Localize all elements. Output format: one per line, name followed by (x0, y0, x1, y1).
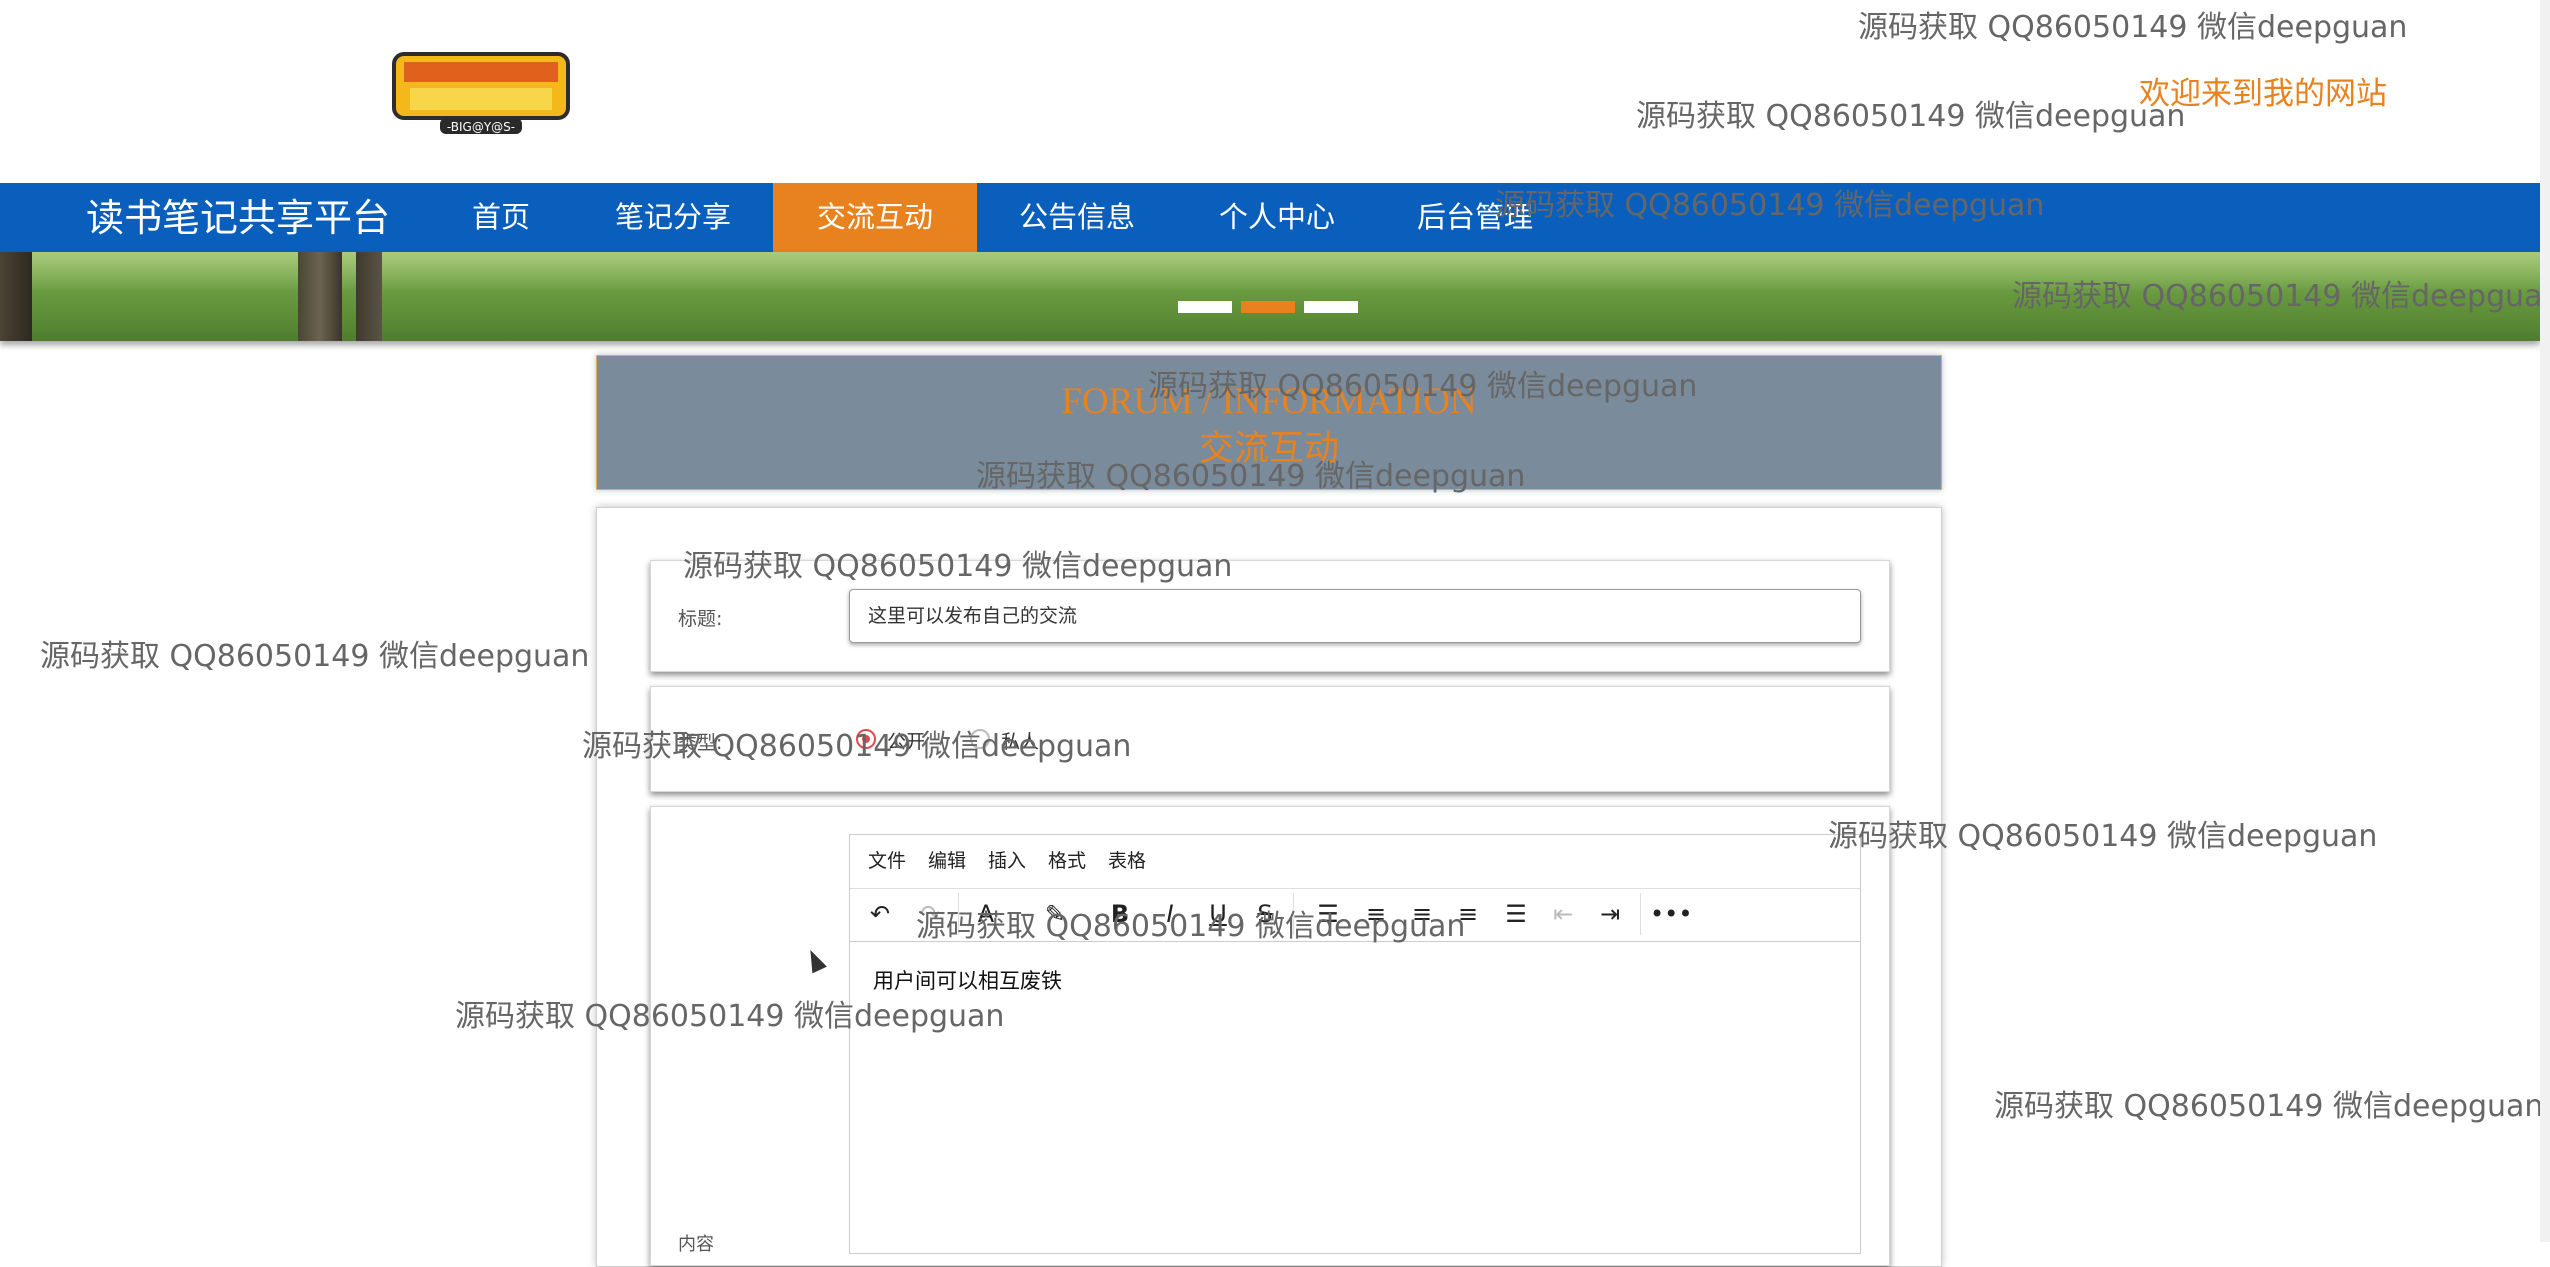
watermark: 源码获取 QQ86050149 微信deepguan (1495, 188, 2045, 223)
editor-menu-file[interactable]: 文件 (868, 835, 906, 888)
more-icon[interactable]: ••• (1650, 893, 1692, 935)
banner-tree (356, 252, 382, 341)
carousel-dot[interactable] (1178, 301, 1232, 313)
watermark: 源码获取 QQ86050149 微信deepguan (1636, 99, 2186, 134)
site-brand[interactable]: 读书笔记共享平台 (86, 188, 390, 248)
undo-icon[interactable]: ↶ (860, 893, 900, 935)
toolbar-separator (1640, 893, 1641, 935)
nav-announcements[interactable]: 公告信息 (1004, 183, 1150, 252)
banner-tree (0, 252, 32, 341)
watermark: 源码获取 QQ86050149 微信deepguan (683, 549, 1233, 584)
watermark: 源码获取 QQ86050149 微信deepguan (582, 729, 1132, 764)
banner-tree (298, 252, 342, 341)
watermark: 源码获取 QQ86050149 微信deepguan (1148, 369, 1698, 404)
content-label: 内容 (678, 1234, 714, 1255)
nav-profile[interactable]: 个人中心 (1204, 183, 1350, 252)
watermark: 源码获取 QQ86050149 微信deepguan (1994, 1089, 2544, 1124)
editor-menu-edit[interactable]: 编辑 (928, 835, 966, 888)
page-scrollbar[interactable] (2540, 0, 2550, 1242)
watermark: 源码获取 QQ86050149 微信deepguan (1858, 10, 2408, 45)
svg-text:-BIG@Y@S-: -BIG@Y@S- (447, 120, 515, 134)
carousel-dot[interactable] (1304, 301, 1358, 313)
outdent-icon[interactable]: ⇤ (1543, 893, 1583, 935)
watermark: 源码获取 QQ86050149 微信deepguan (2012, 279, 2550, 314)
editor-menu-insert[interactable]: 插入 (988, 835, 1026, 888)
carousel-dot-active[interactable] (1241, 301, 1295, 313)
watermark: 源码获取 QQ86050149 微信deepguan (40, 639, 590, 674)
nav-notes-share[interactable]: 笔记分享 (602, 183, 744, 252)
title-input[interactable]: 这里可以发布自己的交流 (849, 589, 1861, 643)
align-justify-icon[interactable]: ☰ (1496, 893, 1536, 935)
title-label: 标题: (678, 608, 723, 630)
site-logo: -BIG@Y@S- (392, 52, 570, 134)
watermark: 源码获取 QQ86050149 微信deepguan (455, 999, 1005, 1034)
editor-menu-table[interactable]: 表格 (1108, 835, 1146, 888)
watermark: 源码获取 QQ86050149 微信deepguan (916, 909, 1466, 944)
indent-icon[interactable]: ⇥ (1590, 893, 1630, 935)
watermark: 源码获取 QQ86050149 微信deepguan (976, 459, 1526, 494)
editor-menu-format[interactable]: 格式 (1048, 835, 1086, 888)
watermark: 源码获取 QQ86050149 微信deepguan (1828, 819, 2378, 854)
nav-forum[interactable]: 交流互动 (773, 183, 977, 252)
nav-home[interactable]: 首页 (452, 183, 550, 252)
